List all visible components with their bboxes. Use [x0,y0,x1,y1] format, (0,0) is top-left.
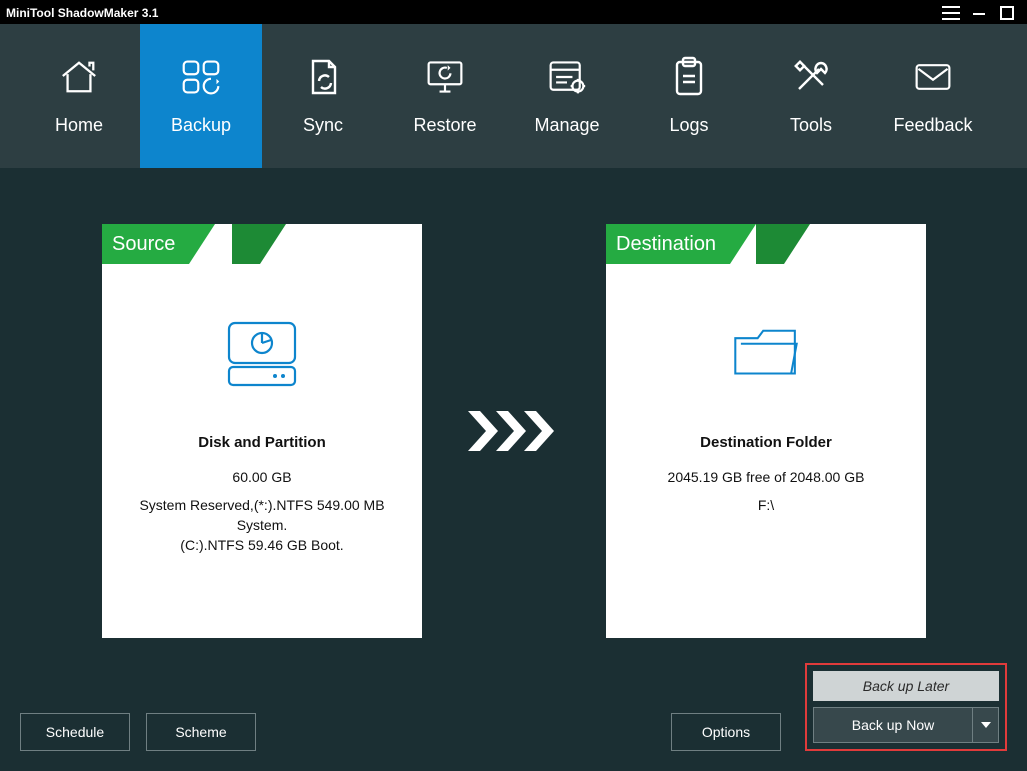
app-title: MiniTool ShadowMaker 3.1 [6,6,158,20]
backup-now-dropdown[interactable] [973,707,999,743]
arrow-icon [422,224,606,638]
source-label: Source [112,233,175,256]
tab-logs[interactable]: Logs [628,24,750,168]
backup-later-label: Back up Later [863,678,949,694]
destination-free: 2045.19 GB free of 2048.00 GB [618,469,914,485]
backup-icon [181,57,221,97]
source-detail-2: (C:).NTFS 59.46 GB Boot. [114,535,410,555]
source-header: Source [102,224,189,264]
content-area: Source Disk and Partition 60.00 GB [0,168,1027,771]
manage-icon [547,57,587,97]
tab-feedback[interactable]: Feedback [872,24,994,168]
main-tabs: Home Backup Sync [0,24,1027,168]
restore-icon [425,57,465,97]
tab-restore-label: Restore [413,115,476,136]
chevron-down-icon [981,722,991,728]
feedback-icon [913,57,953,97]
tab-manage-label: Manage [534,115,599,136]
tab-manage[interactable]: Manage [506,24,628,168]
backup-button-group: Back up Later Back up Now [805,663,1007,751]
source-detail-1: System Reserved,(*:).NTFS 549.00 MB Syst… [114,495,410,535]
tab-home-label: Home [55,115,103,136]
disk-icon [222,314,302,394]
logs-icon [669,57,709,97]
scheme-button[interactable]: Scheme [146,713,256,751]
maximize-icon[interactable] [993,1,1021,25]
tab-backup-label: Backup [171,115,231,136]
destination-label: Destination [616,233,716,256]
menu-icon[interactable] [937,1,965,25]
destination-header: Destination [606,224,730,264]
home-icon [59,57,99,97]
schedule-button[interactable]: Schedule [20,713,130,751]
tab-feedback-label: Feedback [893,115,972,136]
backup-later-button[interactable]: Back up Later [813,671,999,701]
source-heading: Disk and Partition [114,434,410,451]
tab-restore[interactable]: Restore [384,24,506,168]
tab-home[interactable]: Home [18,24,140,168]
destination-path: F:\ [618,495,914,515]
source-size: 60.00 GB [114,469,410,485]
scheme-label: Scheme [175,724,226,740]
tools-icon [791,57,831,97]
tab-tools[interactable]: Tools [750,24,872,168]
backup-now-button[interactable]: Back up Now [813,707,973,743]
bottom-bar: Schedule Scheme Options Back up Later Ba… [20,687,1007,751]
destination-panel[interactable]: Destination Destination Folder 2045.19 G… [606,224,926,638]
backup-now-label: Back up Now [852,717,934,733]
minimize-icon[interactable] [965,1,993,25]
tab-sync[interactable]: Sync [262,24,384,168]
tab-logs-label: Logs [669,115,708,136]
title-bar: MiniTool ShadowMaker 3.1 [0,0,1027,24]
options-button[interactable]: Options [671,713,781,751]
options-label: Options [702,724,750,740]
tab-tools-label: Tools [790,115,832,136]
source-panel[interactable]: Source Disk and Partition 60.00 GB [102,224,422,638]
folder-icon [726,314,806,394]
tab-backup[interactable]: Backup [140,24,262,168]
destination-heading: Destination Folder [618,434,914,451]
tab-sync-label: Sync [303,115,343,136]
sync-icon [303,57,343,97]
schedule-label: Schedule [46,724,104,740]
